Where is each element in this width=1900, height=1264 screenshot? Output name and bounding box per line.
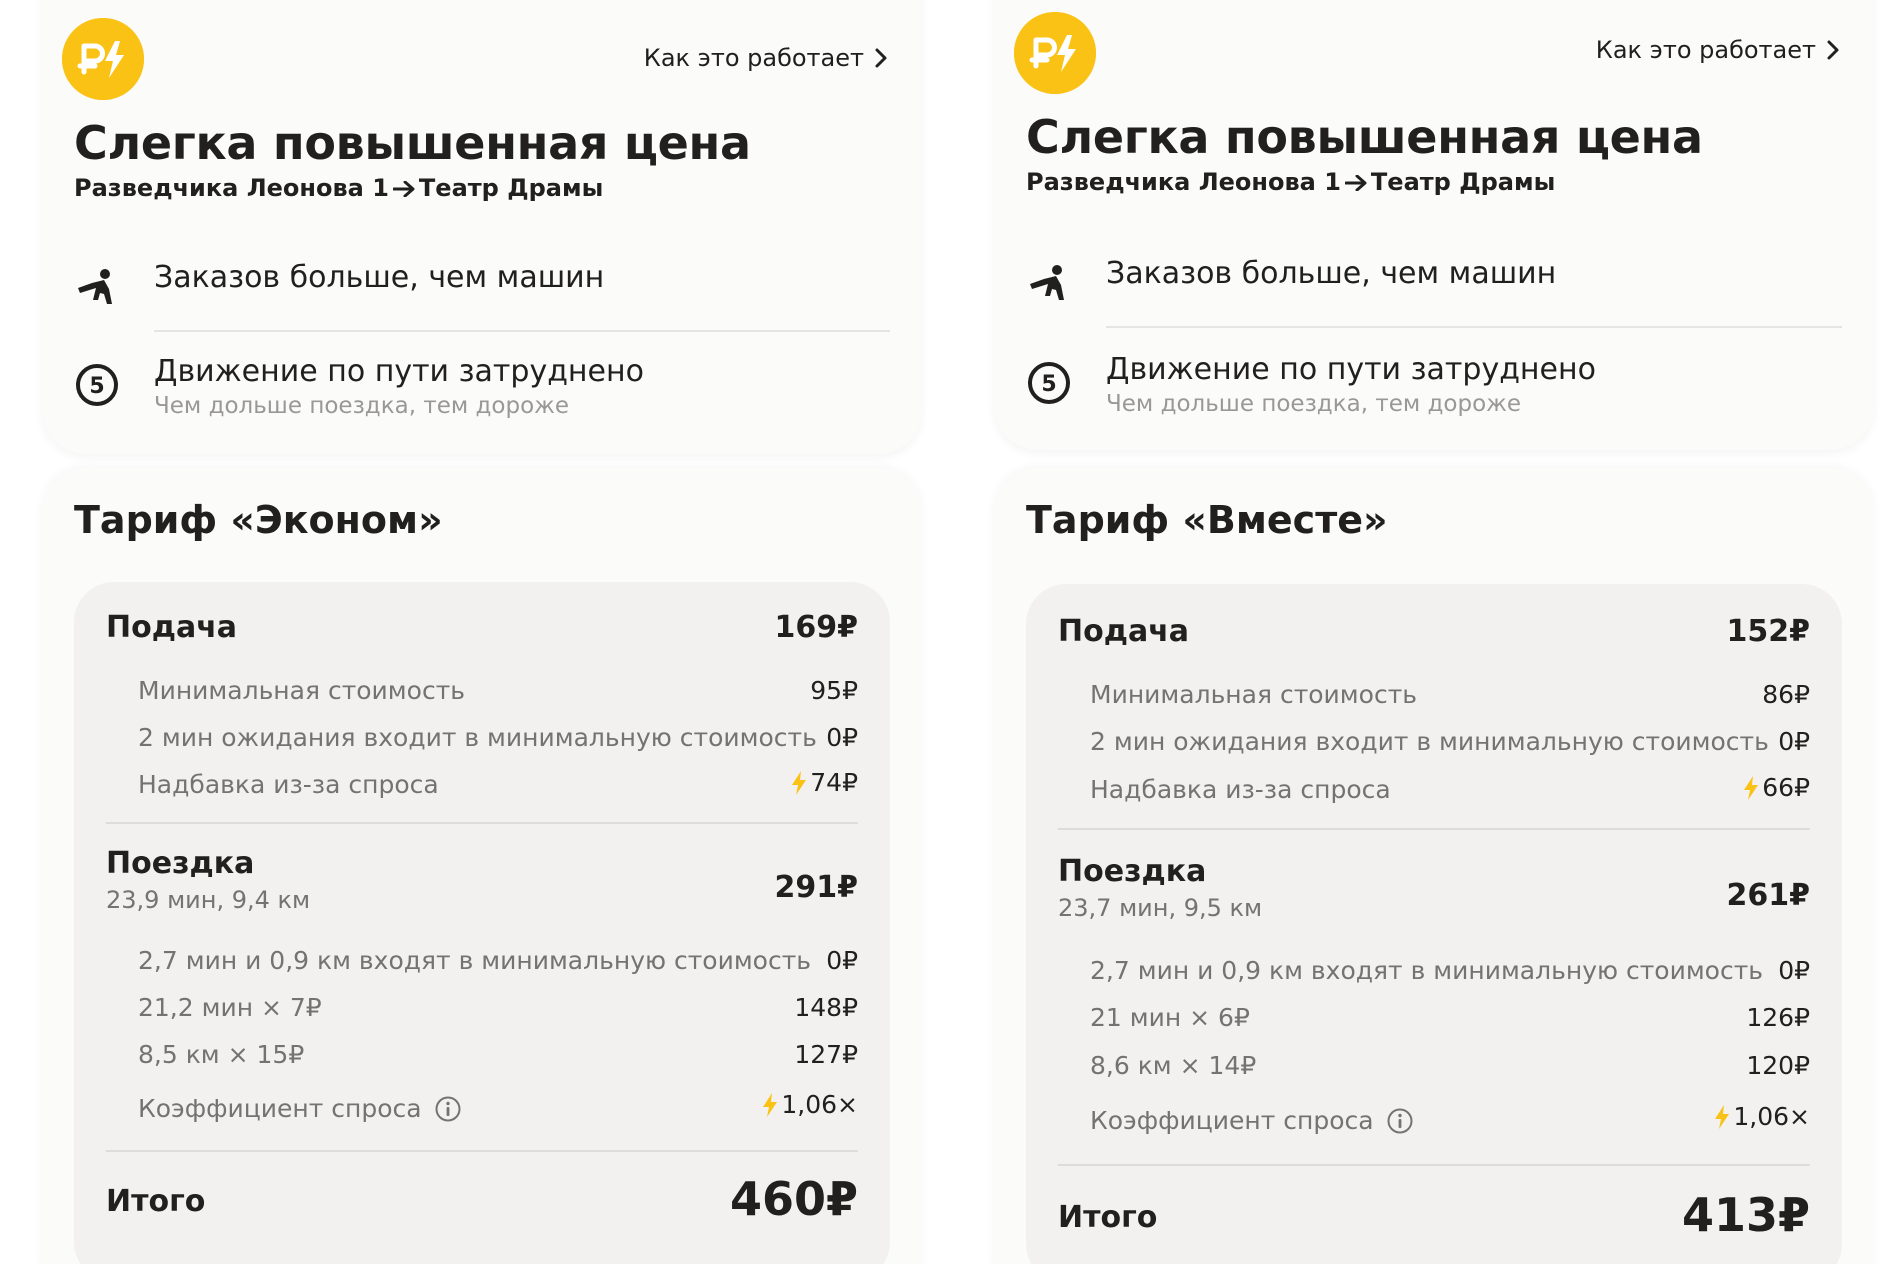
chevron-right-icon	[875, 48, 887, 68]
divider	[154, 330, 890, 332]
how-it-works-link[interactable]: Как это работает	[1596, 36, 1842, 64]
demand-person-icon	[1030, 265, 1064, 300]
total-amount: 460₽	[729, 1172, 858, 1226]
reason-demand: Заказов больше, чем машин	[154, 260, 605, 295]
row-label: Надбавка из-за спроса	[1090, 775, 1391, 804]
demand-coefficient-row: Коэффициент спроса	[1090, 1106, 1414, 1135]
ride-amount: 261₽	[1726, 878, 1811, 913]
total-amount: 413₽	[1681, 1188, 1810, 1242]
coefficient-value: 1,06×	[1733, 1102, 1810, 1131]
how-it-works-label: Как это работает	[1595, 36, 1816, 64]
row-label: Надбавка из-за спроса	[138, 770, 439, 799]
price-breakdown: Подача 152₽ Минимальная стоимость 86₽ 2 …	[1026, 584, 1842, 1264]
demand-person-icon	[78, 269, 112, 304]
divider	[1106, 326, 1842, 328]
tariff-title: Тариф «Вместе»	[1026, 498, 1388, 542]
row-value: 74₽	[790, 768, 858, 797]
traffic-badge: 5	[89, 374, 104, 399]
reason-traffic-subtitle: Чем дольше поездка, тем дороже	[1106, 391, 1522, 417]
row-label: 8,5 км × 15₽	[138, 1040, 305, 1069]
chevron-right-icon	[1827, 40, 1839, 60]
arrow-right-icon	[392, 181, 415, 197]
price-breakdown: Подача 169₽ Минимальная стоимость 95₽ 2 …	[74, 582, 890, 1264]
lightning-icon	[1744, 775, 1759, 800]
reason-traffic: Движение по пути затруднено	[1106, 352, 1596, 387]
info-icon[interactable]	[1386, 1107, 1414, 1135]
row-value: 0₽	[826, 723, 858, 752]
reason-traffic-subtitle: Чем дольше поездка, тем дороже	[154, 393, 570, 419]
how-it-works-label: Как это работает	[643, 44, 864, 72]
row-value: 0₽	[1778, 727, 1810, 756]
page-title: Слегка повышенная цена	[1026, 110, 1703, 164]
surge-value: 66₽	[1762, 773, 1810, 802]
route-to: Театр Драмы	[1370, 168, 1556, 196]
ride-title: Поездка	[106, 846, 255, 881]
reason-traffic: Движение по пути затруднено	[154, 354, 644, 389]
tariff-panel-together: Как это работает Слегка повышенная цена …	[994, 0, 1874, 1264]
ride-subtitle: 23,9 мин, 9,4 км	[106, 886, 311, 914]
row-value: 0₽	[1778, 956, 1810, 985]
row-value: 127₽	[794, 1040, 858, 1069]
row-label: Минимальная стоимость	[138, 676, 466, 705]
surge-ruble-lightning-icon	[1014, 12, 1096, 94]
surge-value: 74₽	[810, 768, 858, 797]
route-from: Разведчика Леонова 1	[74, 174, 389, 202]
traffic-badge: 5	[1041, 372, 1056, 397]
lightning-icon	[792, 770, 807, 795]
row-label: 21 мин × 6₽	[1090, 1003, 1250, 1032]
row-value: 1,06×	[1713, 1102, 1810, 1131]
surge-ruble-lightning-icon	[62, 18, 144, 100]
pickup-title: Подача	[106, 610, 238, 645]
row-value: 148₽	[794, 993, 858, 1022]
row-label: 2,7 мин и 0,9 км входят в минимальную ст…	[138, 946, 812, 975]
row-value: 95₽	[810, 676, 858, 705]
route: Разведчика Леонова 1 Театр Драмы	[1026, 168, 1555, 196]
row-value: 86₽	[1762, 680, 1810, 709]
traffic-level-5-icon: 5	[1028, 362, 1070, 404]
row-label: Минимальная стоимость	[1090, 680, 1418, 709]
row-value: 120₽	[1746, 1051, 1810, 1080]
pickup-amount: 169₽	[774, 610, 859, 645]
total-label: Итого	[1058, 1200, 1158, 1235]
tariff-title: Тариф «Эконом»	[74, 498, 443, 542]
ride-title: Поездка	[1058, 854, 1207, 889]
info-icon[interactable]	[434, 1095, 462, 1123]
row-label: Коэффициент спроса	[1090, 1106, 1374, 1135]
demand-coefficient-row: Коэффициент спроса	[138, 1094, 462, 1123]
tariff-panel-economy: Как это работает Слегка повышенная цена …	[42, 0, 922, 1264]
reason-demand: Заказов больше, чем машин	[1106, 256, 1557, 291]
route-to: Театр Драмы	[418, 174, 604, 202]
divider	[1058, 1164, 1810, 1166]
pickup-amount: 152₽	[1726, 614, 1811, 649]
ride-subtitle: 23,7 мин, 9,5 км	[1058, 894, 1263, 922]
traffic-level-5-icon: 5	[76, 364, 118, 406]
row-label: 2 мин ожидания входит в минимальную стои…	[1090, 727, 1769, 756]
how-it-works-link[interactable]: Как это работает	[644, 44, 890, 72]
divider	[106, 822, 858, 824]
row-label: 8,6 км × 14₽	[1090, 1051, 1257, 1080]
lightning-icon	[1715, 1104, 1730, 1129]
row-value: 126₽	[1746, 1003, 1810, 1032]
lightning-icon	[763, 1092, 778, 1117]
row-value: 66₽	[1742, 773, 1810, 802]
row-label: 21,2 мин × 7₽	[138, 993, 322, 1022]
coefficient-value: 1,06×	[781, 1090, 858, 1119]
pickup-title: Подача	[1058, 614, 1190, 649]
row-value: 1,06×	[761, 1090, 858, 1119]
divider	[1058, 828, 1810, 830]
row-label: 2 мин ожидания входит в минимальную стои…	[138, 723, 817, 752]
ride-amount: 291₽	[774, 870, 859, 905]
total-label: Итого	[106, 1184, 206, 1219]
route: Разведчика Леонова 1 Театр Драмы	[74, 174, 603, 202]
row-label: Коэффициент спроса	[138, 1094, 422, 1123]
arrow-right-icon	[1344, 175, 1367, 191]
page-title: Слегка повышенная цена	[74, 116, 751, 170]
route-from: Разведчика Леонова 1	[1026, 168, 1341, 196]
row-value: 0₽	[826, 946, 858, 975]
row-label: 2,7 мин и 0,9 км входят в минимальную ст…	[1090, 956, 1764, 985]
divider	[106, 1150, 858, 1152]
